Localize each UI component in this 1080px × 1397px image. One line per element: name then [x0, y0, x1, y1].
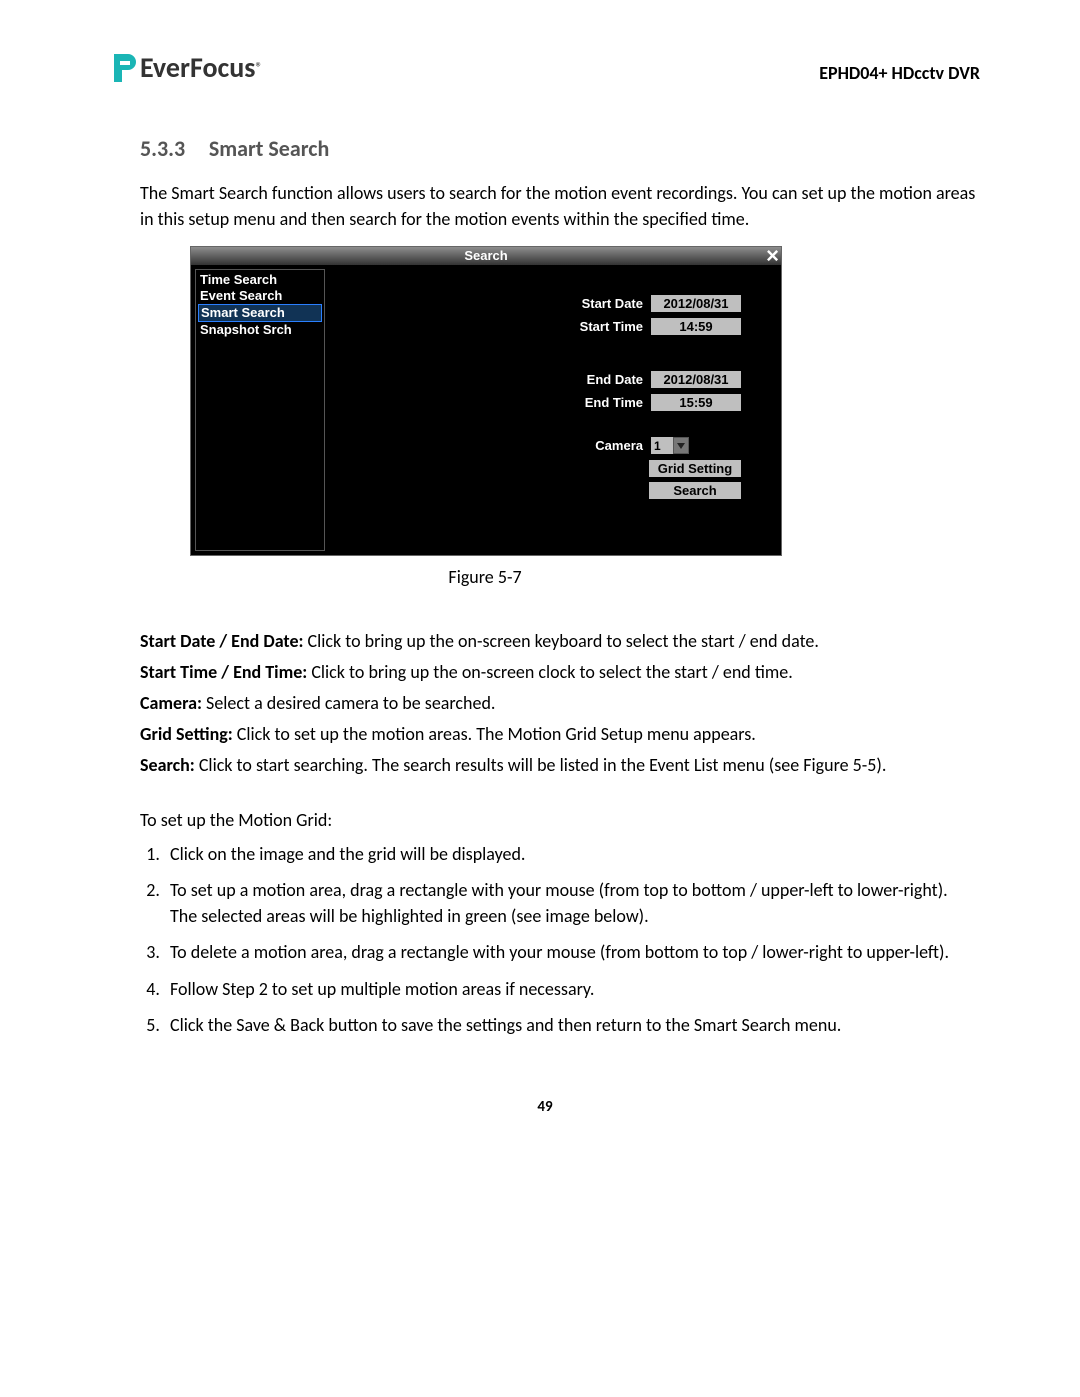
close-icon[interactable]: × [766, 245, 779, 267]
section-title: Smart Search [209, 135, 329, 162]
page-number: 49 [110, 1098, 980, 1116]
label-start-time: Start Time [533, 319, 643, 334]
section-heading: 5.3.3 Smart Search [110, 135, 980, 162]
section-number: 5.3.3 [140, 135, 185, 162]
def-search-text: Click to start searching. The search res… [195, 754, 887, 776]
label-end-date: End Date [533, 372, 643, 387]
label-start-date: Start Date [533, 296, 643, 311]
def-grid-text: Click to set up the motion areas. The Mo… [233, 723, 756, 745]
page-header: EverFocus® EPHD04+ HDcctv DVR [110, 50, 980, 85]
end-date-field[interactable]: 2012/08/31 [651, 371, 741, 388]
definitions-block: Start Date / End Date: Click to bring up… [140, 628, 980, 779]
dvr-titlebar: Search × [191, 247, 781, 265]
instructions-heading: To set up the Motion Grid: [140, 809, 980, 831]
registered-mark: ® [255, 59, 262, 76]
def-grid-label: Grid Setting: [140, 723, 233, 745]
def-start-date-label: Start Date / End Date: [140, 630, 303, 652]
sidebar-item-smart-search[interactable]: Smart Search [198, 304, 322, 322]
def-start-date-text: Click to bring up the on-screen keyboard… [303, 630, 818, 652]
step-5: Click the Save & Back button to save the… [164, 1012, 950, 1038]
camera-value: 1 [651, 439, 673, 453]
brand-text: EverFocus [140, 50, 255, 85]
end-time-field[interactable]: 15:59 [651, 394, 741, 411]
start-date-field[interactable]: 2012/08/31 [651, 295, 741, 312]
step-4: Follow Step 2 to set up multiple motion … [164, 976, 950, 1002]
search-button[interactable]: Search [649, 482, 741, 499]
def-start-time-text: Click to bring up the on-screen clock to… [307, 661, 792, 683]
figure-caption: Figure 5-7 [190, 566, 780, 588]
step-3: To delete a motion area, drag a rectangl… [164, 939, 950, 965]
sidebar-item-time-search[interactable]: Time Search [200, 272, 320, 288]
sidebar-item-snapshot-srch[interactable]: Snapshot Srch [200, 322, 320, 338]
def-start-time-label: Start Time / End Time: [140, 661, 307, 683]
step-2: To set up a motion area, drag a rectangl… [164, 877, 950, 929]
product-name: EPHD04+ HDcctv DVR [819, 62, 980, 84]
everfocus-icon [110, 52, 136, 84]
instruction-steps: Click on the image and the grid will be … [140, 841, 950, 1038]
label-camera: Camera [533, 438, 643, 453]
sidebar-item-event-search[interactable]: Event Search [200, 288, 320, 304]
camera-dropdown[interactable]: 1 [651, 437, 689, 454]
def-search-label: Search: [140, 754, 195, 776]
step-1: Click on the image and the grid will be … [164, 841, 950, 867]
section-intro: The Smart Search function allows users t… [140, 180, 980, 232]
dvr-search-window: Search × Time Search Event Search Smart … [190, 246, 782, 556]
dvr-main-panel: Start Date 2012/08/31 Start Time 14:59 E… [329, 265, 781, 555]
brand-logo: EverFocus® [110, 50, 263, 85]
dvr-sidebar: Time Search Event Search Smart Search Sn… [195, 269, 325, 551]
start-time-field[interactable]: 14:59 [651, 318, 741, 335]
dvr-title: Search [464, 248, 507, 263]
def-camera-text: Select a desired camera to be searched. [202, 692, 495, 714]
def-camera-label: Camera: [140, 692, 202, 714]
label-end-time: End Time [533, 395, 643, 410]
grid-setting-button[interactable]: Grid Setting [649, 460, 741, 477]
chevron-down-icon [673, 437, 689, 454]
